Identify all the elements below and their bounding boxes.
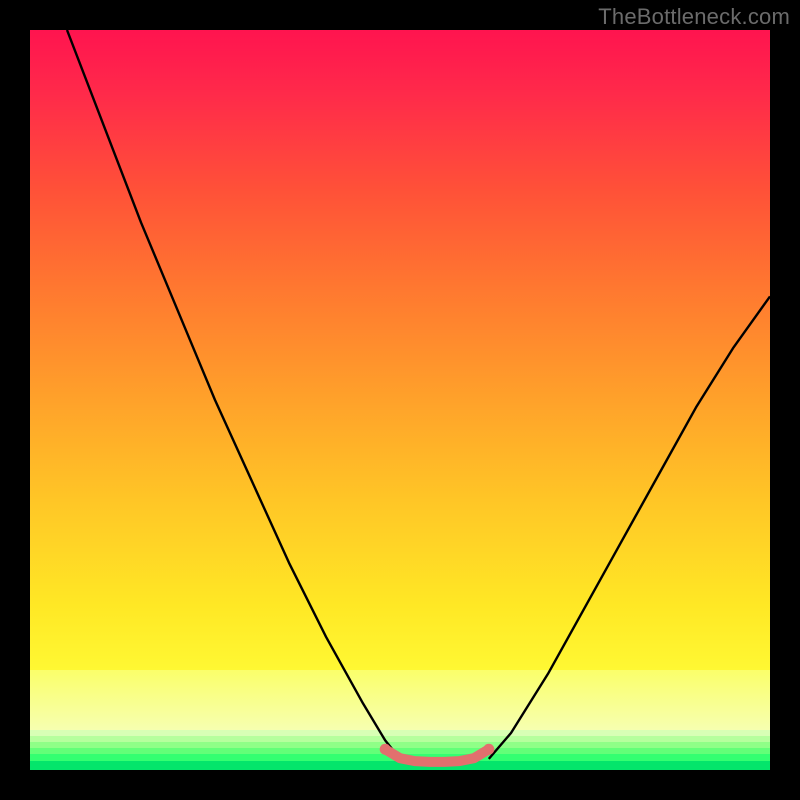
flat-end-right-dot: [483, 744, 494, 755]
watermark-text: TheBottleneck.com: [598, 4, 790, 30]
curve-right: [489, 296, 770, 759]
curve-group: [67, 30, 770, 762]
plot-area: [30, 30, 770, 770]
flat-end-left-dot: [380, 744, 391, 755]
curve-flat-segment: [385, 749, 489, 762]
curve-left: [67, 30, 400, 759]
chart-frame: TheBottleneck.com: [0, 0, 800, 800]
curve-svg: [30, 30, 770, 770]
